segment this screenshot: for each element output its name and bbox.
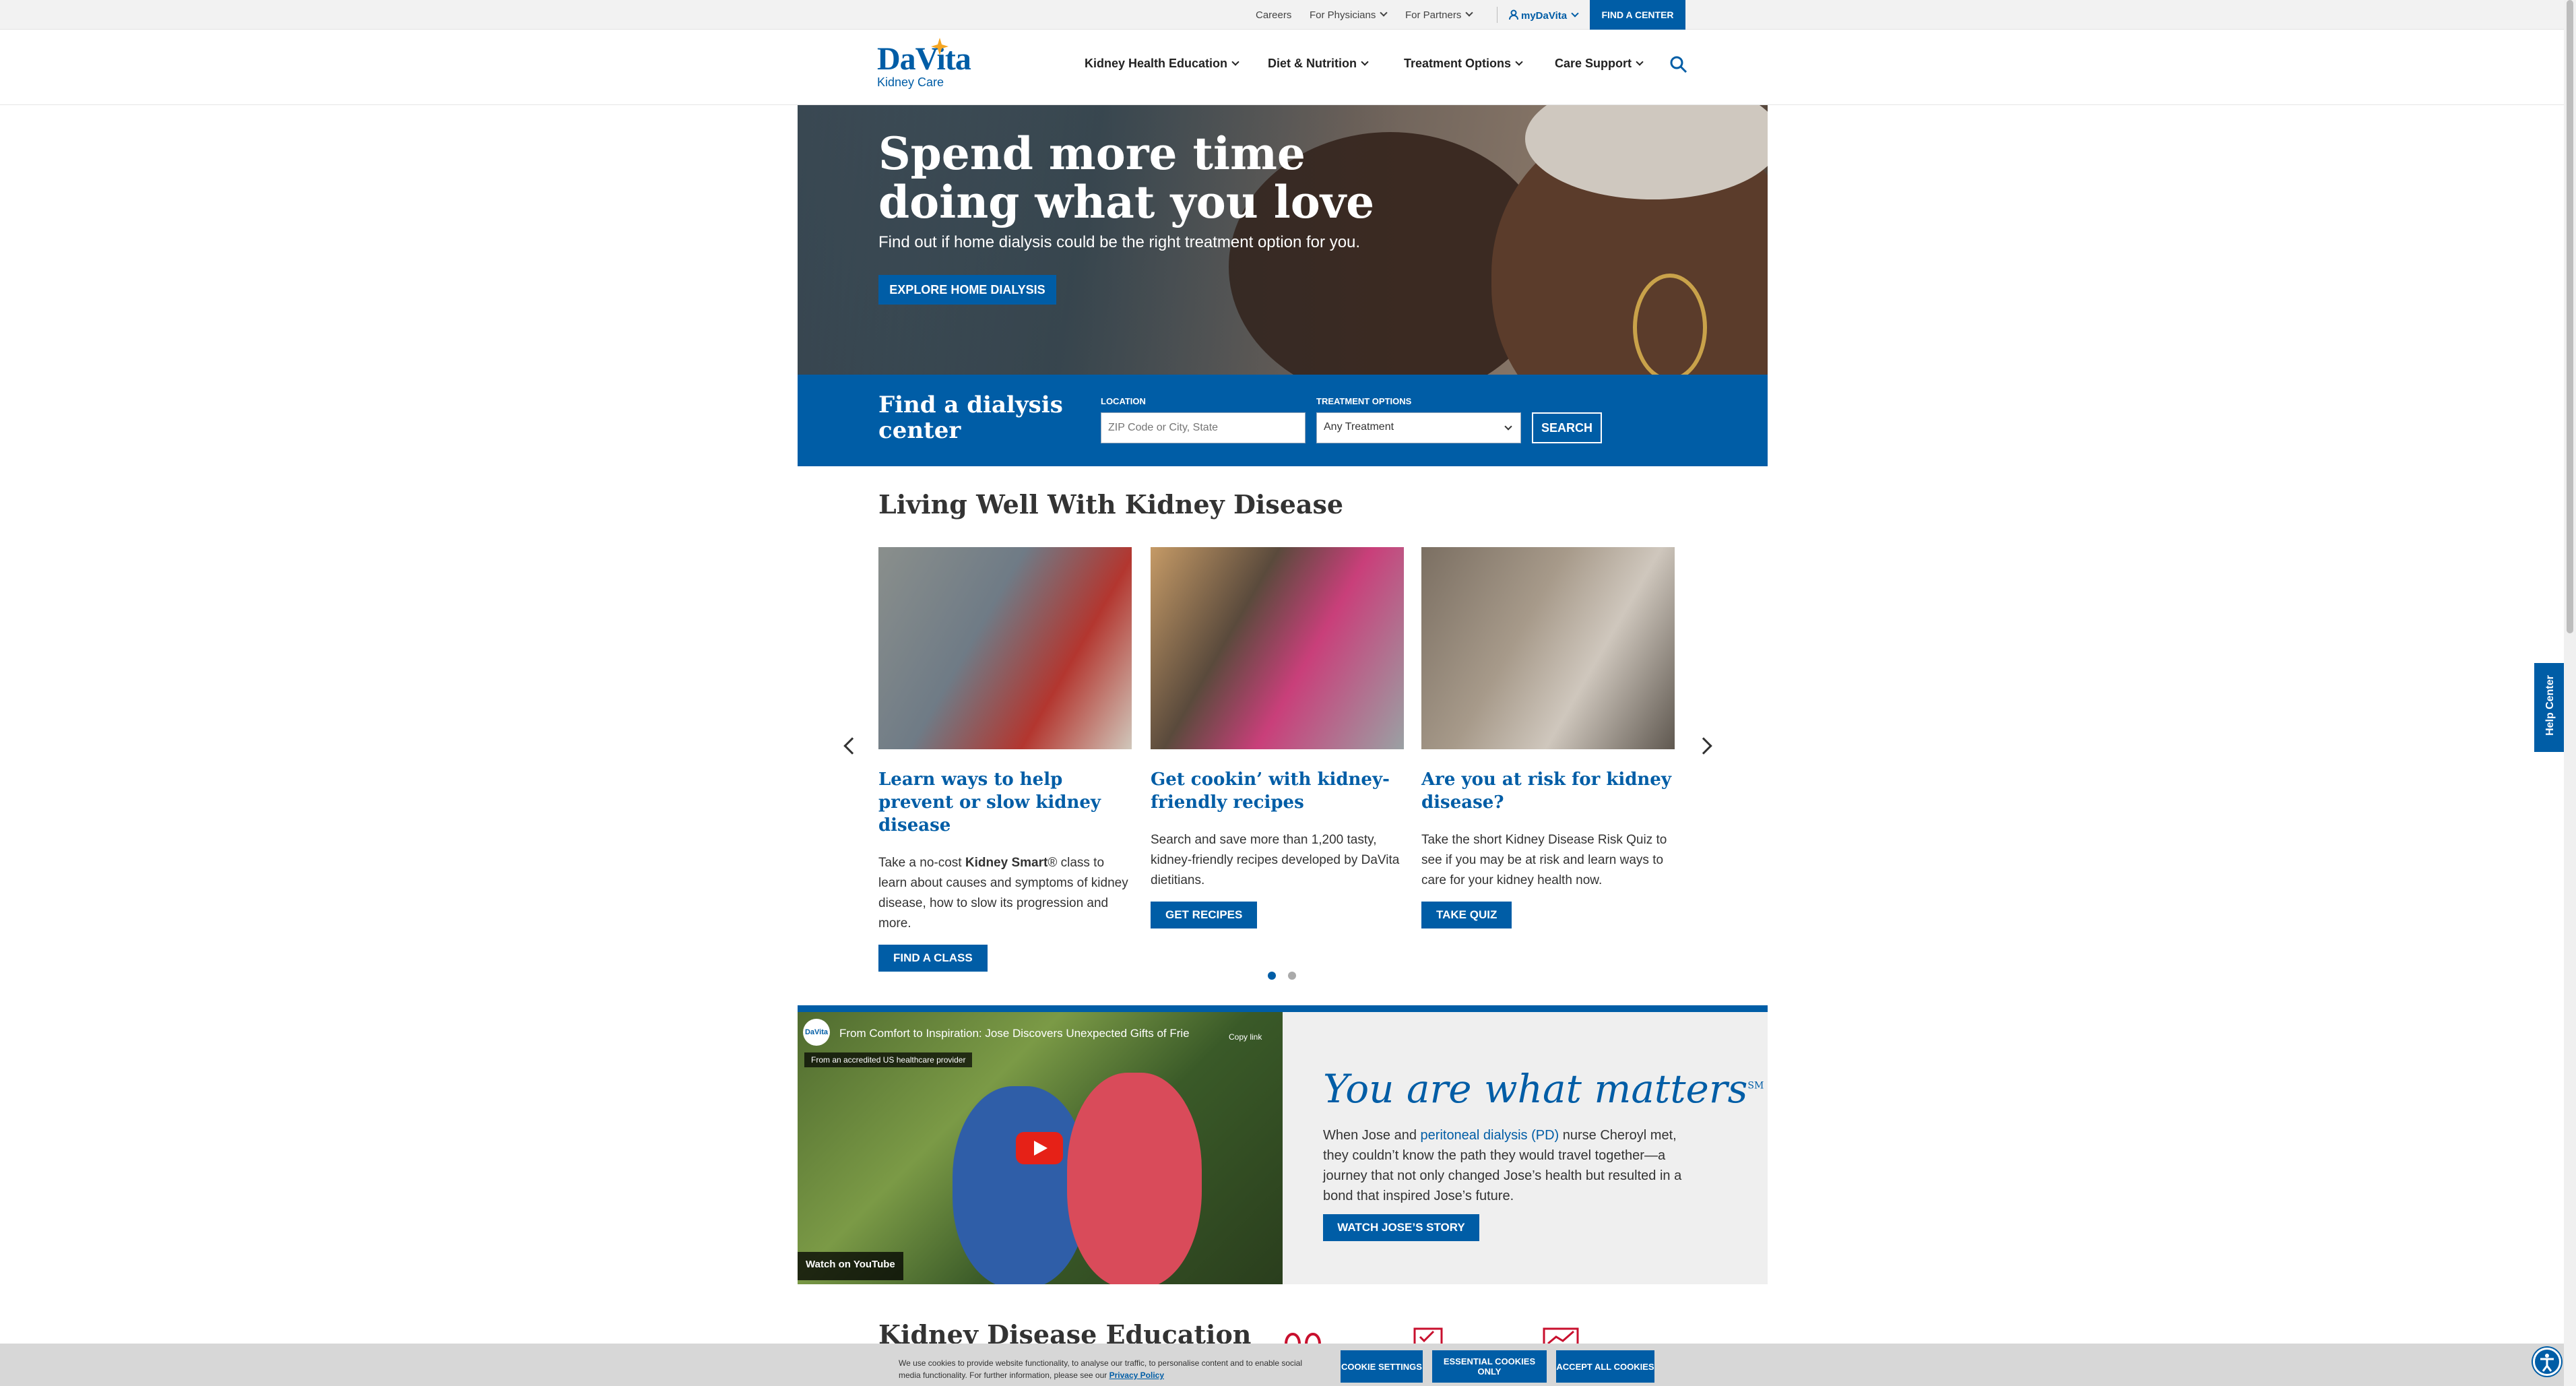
main-header: DaVita Kidney Care Kidney Health Educati… xyxy=(0,30,2564,105)
card-title[interactable]: Are you at risk for kidney disease? xyxy=(1421,768,1675,814)
arrow-right-icon[interactable] xyxy=(1695,737,1712,755)
scrollbar-thumb[interactable] xyxy=(2567,0,2573,633)
card-image-cooking xyxy=(1151,547,1404,749)
partners-label: For Partners xyxy=(1405,9,1462,21)
nav-label: Diet & Nutrition xyxy=(1268,57,1357,70)
location-input[interactable] xyxy=(1101,412,1306,443)
search-button[interactable]: SEARCH xyxy=(1532,412,1602,443)
nav-treatment-options[interactable]: Treatment Options xyxy=(1404,57,1523,71)
nav-care-support[interactable]: Care Support xyxy=(1555,57,1644,71)
cookie-message: We use cookies to provide website functi… xyxy=(899,1358,1303,1380)
carousel-card: Learn ways to help prevent or slow kidne… xyxy=(878,547,1132,972)
nav-diet-nutrition[interactable]: Diet & Nutrition xyxy=(1268,57,1369,71)
youtube-video[interactable]: DaVita From Comfort to Inspiration: Jose… xyxy=(798,1012,1283,1284)
chevron-down-icon xyxy=(1504,422,1512,431)
find-center-form: Find a dialysis center LOCATION TREATMEN… xyxy=(798,375,1768,466)
youtube-wordmark: YouTube xyxy=(853,1259,895,1270)
card-text: Search and save more than 1,200 tasty, k… xyxy=(1151,833,1400,887)
service-mark: SM xyxy=(1747,1080,1764,1092)
watch-label: Watch on xyxy=(806,1259,851,1270)
carousel-dot[interactable] xyxy=(1288,972,1296,980)
chevron-down-icon xyxy=(1231,58,1239,66)
video-person-2 xyxy=(1067,1073,1202,1284)
copy-link-button[interactable]: Copy link xyxy=(1229,1032,1262,1042)
divider xyxy=(1497,7,1498,23)
card-image-couple-laptop xyxy=(878,547,1132,749)
careers-link[interactable]: Careers xyxy=(1256,9,1291,21)
card-title[interactable]: Learn ways to help prevent or slow kidne… xyxy=(878,768,1132,837)
davita-logo[interactable]: DaVita Kidney Care xyxy=(877,38,978,94)
help-center-label: Help Center xyxy=(2544,675,2556,736)
chevron-down-icon xyxy=(1465,9,1474,17)
partners-link[interactable]: For Partners xyxy=(1405,9,1474,21)
story-text-a: When Jose and xyxy=(1323,1128,1421,1143)
card-title[interactable]: Get cookin’ with kidney-friendly recipes xyxy=(1151,768,1404,814)
logo-star-icon xyxy=(931,38,948,55)
carousel-card: Get cookin’ with kidney-friendly recipes… xyxy=(1151,547,1404,928)
nav-label: Treatment Options xyxy=(1404,57,1512,70)
essential-cookies-button[interactable]: ESSENTIAL COOKIES ONLY xyxy=(1432,1350,1547,1383)
hero-title: Spend more time doing what you love xyxy=(878,127,1375,228)
card-text: Take the short Kidney Disease Risk Quiz … xyxy=(1421,833,1667,887)
user-icon xyxy=(1509,9,1518,20)
story-text: When Jose and peritoneal dialysis (PD) n… xyxy=(1323,1125,1687,1206)
living-well-title: Living Well With Kidney Disease xyxy=(878,489,1344,519)
logo-wordmark: DaVita xyxy=(877,41,971,77)
chevron-down-icon xyxy=(1380,9,1388,17)
heading-text: You are what matters xyxy=(1323,1066,1748,1112)
help-center-tab[interactable]: Help Center xyxy=(2534,663,2564,752)
mydavita-label: myDaVita xyxy=(1521,10,1568,22)
get-recipes-button[interactable]: GET RECIPES xyxy=(1151,902,1258,928)
channel-logo: DaVita xyxy=(803,1019,830,1046)
chevron-down-icon xyxy=(1515,58,1523,66)
search-icon[interactable] xyxy=(1669,55,1688,74)
hero-photo-earring xyxy=(1633,274,1707,375)
nav-label: Kidney Health Education xyxy=(1085,57,1228,70)
youtube-play-icon[interactable] xyxy=(1016,1132,1063,1164)
physicians-link[interactable]: For Physicians xyxy=(1310,9,1388,21)
provider-badge: From an accredited US healthcare provide… xyxy=(804,1052,973,1067)
hero-subtitle: Find out if home dialysis could be the r… xyxy=(878,233,1361,251)
cookie-banner: We use cookies to provide website functi… xyxy=(0,1344,2564,1386)
card-text: Take a no-cost Kidney Smart® class to le… xyxy=(878,853,1132,934)
chevron-down-icon xyxy=(1571,9,1579,18)
logo-subtitle: Kidney Care xyxy=(877,75,944,89)
location-label: LOCATION xyxy=(1101,396,1146,406)
card-text-a: Take a no-cost xyxy=(878,856,965,870)
physicians-label: For Physicians xyxy=(1310,9,1376,21)
accessibility-icon[interactable] xyxy=(2533,1348,2561,1376)
privacy-policy-link[interactable]: Privacy Policy xyxy=(1109,1371,1164,1380)
watch-on-youtube[interactable]: Watch on YouTube xyxy=(798,1252,903,1280)
story-section: DaVita From Comfort to Inspiration: Jose… xyxy=(798,1005,1768,1284)
nav-label: Care Support xyxy=(1555,57,1632,70)
card-image-seniors-tablet xyxy=(1421,547,1675,749)
mydavita-link[interactable]: myDaVita xyxy=(1509,9,1579,22)
utility-bar: Careers For Physicians For Partners myDa… xyxy=(0,0,2564,30)
carousel-dot-active[interactable] xyxy=(1268,972,1276,980)
card-text-brand: Kidney Smart xyxy=(965,856,1048,870)
watch-story-button[interactable]: WATCH JOSE’S STORY xyxy=(1323,1214,1479,1241)
chevron-down-icon xyxy=(1361,58,1369,66)
find-center-title: Find a dialysis center xyxy=(878,391,1063,444)
treatment-select[interactable]: Any Treatment xyxy=(1316,412,1521,443)
hero-banner: Spend more time doing what you love Find… xyxy=(798,105,1768,375)
pd-link[interactable]: peritoneal dialysis (PD) xyxy=(1421,1128,1559,1143)
chevron-down-icon xyxy=(1636,58,1644,66)
you-are-what-matters-heading: You are what mattersSM xyxy=(1323,1066,1764,1112)
cookie-text: We use cookies to provide website functi… xyxy=(899,1357,1316,1381)
video-title: From Comfort to Inspiration: Jose Discov… xyxy=(839,1027,1190,1040)
explore-home-dialysis-button[interactable]: EXPLORE HOME DIALYSIS xyxy=(878,275,1056,305)
carousel-card: Are you at risk for kidney disease? Take… xyxy=(1421,547,1675,928)
accessibility-figure xyxy=(2540,1354,2554,1372)
treatment-select-value: Any Treatment xyxy=(1324,421,1394,433)
take-quiz-button[interactable]: TAKE QUIZ xyxy=(1421,902,1512,928)
treatment-label: TREATMENT OPTIONS xyxy=(1316,396,1412,406)
arrow-left-icon[interactable] xyxy=(843,737,861,755)
cookie-settings-button[interactable]: COOKIE SETTINGS xyxy=(1341,1350,1423,1383)
find-class-button[interactable]: FIND A CLASS xyxy=(878,945,988,972)
find-center-top-button[interactable]: FIND A CENTER xyxy=(1590,0,1685,30)
nav-kidney-health-education[interactable]: Kidney Health Education xyxy=(1085,57,1239,71)
accept-all-cookies-button[interactable]: ACCEPT ALL COOKIES xyxy=(1556,1350,1654,1383)
